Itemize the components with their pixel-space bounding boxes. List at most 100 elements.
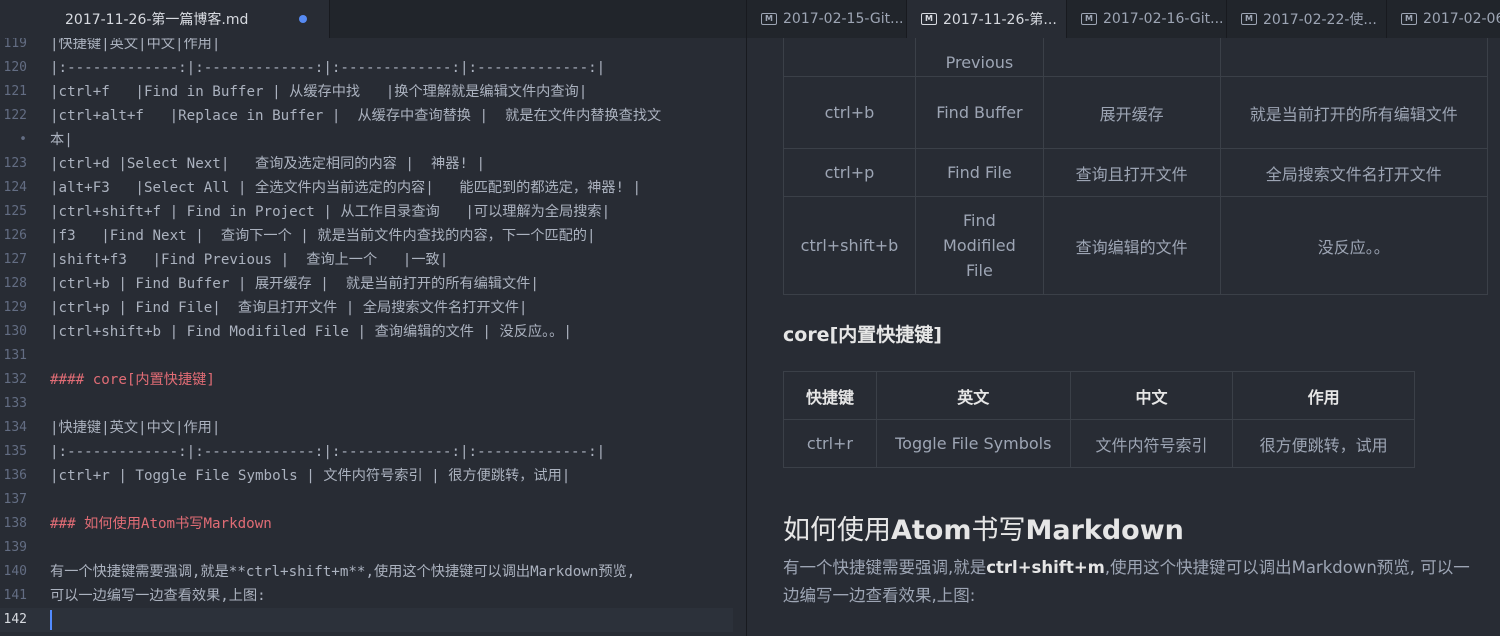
core-heading: core[内置快捷键] <box>783 324 942 346</box>
line-number[interactable]: • <box>0 128 27 152</box>
line-number[interactable]: 126 <box>0 224 27 248</box>
line-number[interactable]: 142 <box>0 608 27 632</box>
table-header-cell: 英文 <box>875 371 1071 420</box>
table-cell: Find Modifiled File <box>914 196 1044 295</box>
line-number[interactable]: 119 <box>0 38 27 56</box>
line-number[interactable]: 121 <box>0 80 27 104</box>
editor-pane[interactable]: 119 |快捷键|英文|中文|作用| 120 |:-------------:|:--… <box>0 38 746 636</box>
preview-tab-1[interactable]: M 2017-02-15-Git... <box>747 0 907 38</box>
intro-paragraph: 有一个快捷键需要强调,就是ctrl+shift+m,使用这个快捷键可以调出Mar… <box>783 554 1483 610</box>
editor-line[interactable]: 136 |ctrl+r | Toggle File Symbols | 文件内符号… <box>0 464 746 488</box>
line-number[interactable]: 120 <box>0 56 27 80</box>
editor-line[interactable]: 129 |ctrl+p | Find File| 查询且打开文件 | 全局搜索文件… <box>0 296 746 320</box>
section-heading: 如何使用Atom书写Markdown <box>783 508 1184 547</box>
tab-title: 2017-02-06- <box>1423 11 1500 27</box>
line-number[interactable]: 136 <box>0 464 27 488</box>
editor-line[interactable]: 130 |ctrl+shift+b | Find Modifiled File |… <box>0 320 746 344</box>
line-number[interactable]: 123 <box>0 152 27 176</box>
preview-tab-2[interactable]: M 2017-11-26-第... <box>907 0 1067 38</box>
table-cell: ctrl+shift+b <box>783 196 916 295</box>
table-row: ctrl+shift+b Find Modifiled File 查询编辑的文件… <box>783 196 1488 295</box>
tab-title: 2017-02-22-使... <box>1263 12 1377 28</box>
table-cell: 查询且打开文件 <box>1042 148 1221 197</box>
line-number[interactable]: 127 <box>0 248 27 272</box>
table-cell: Previous <box>914 38 1044 77</box>
table-row: ctrl+r Toggle File Symbols 文件内符号索引 很方便跳转… <box>783 419 1415 468</box>
editor-line[interactable]: 131 <box>0 344 746 368</box>
editor-line[interactable]: 122 |ctrl+alt+f |Replace in Buffer | 从缓存中… <box>0 104 746 128</box>
line-text: |ctrl+d |Select Next| 查询及选定相同的内容 | 神器! | <box>50 156 486 172</box>
editor-line[interactable]: 128 |ctrl+b | Find Buffer | 展开缓存 | 就是当前打开… <box>0 272 746 296</box>
line-text: 本| <box>50 132 73 148</box>
line-number[interactable]: 138 <box>0 512 27 536</box>
line-number[interactable]: 135 <box>0 440 27 464</box>
markdown-icon: M <box>1081 13 1097 25</box>
preview-tab-4[interactable]: M 2017-02-22-使... <box>1227 0 1387 38</box>
line-number[interactable]: 122 <box>0 104 27 128</box>
editor-line[interactable]: 126 |f3 |Find Next | 查询下一个 | 就是当前文件内查找的内容… <box>0 224 746 248</box>
table-row: ctrl+b Find Buffer 展开缓存 就是当前打开的所有编辑文件 <box>783 76 1488 149</box>
line-number[interactable]: 130 <box>0 320 27 344</box>
table-cell: 文件内符号索引 <box>1069 419 1234 468</box>
editor-line[interactable]: 123 |ctrl+d |Select Next| 查询及选定相同的内容 | 神器… <box>0 152 746 176</box>
table-row: ctrl+p Find File 查询且打开文件 全局搜索文件名打开文件 <box>783 148 1488 197</box>
editor-line[interactable]: 124 |alt+F3 |Select All | 全选文件内当前选定的内容| 能… <box>0 176 746 200</box>
editor-line[interactable]: 121 |ctrl+f |Find in Buffer | 从缓存中找 |换个理解… <box>0 80 746 104</box>
tab-title: 2017-11-26-第... <box>943 12 1057 28</box>
line-number[interactable]: 125 <box>0 200 27 224</box>
editor-line[interactable]: • 本| <box>0 128 746 152</box>
table-cell: 全局搜索文件名打开文件 <box>1219 148 1488 197</box>
editor-line[interactable]: 139 <box>0 536 746 560</box>
editor-line[interactable]: 140 有一个快捷键需要强调,就是**ctrl+shift+m**,使用这个快捷键… <box>0 560 746 584</box>
editor-tab-active[interactable]: 2017-11-26-第一篇博客.md <box>0 0 330 38</box>
tab-title: 2017-02-15-Git... <box>783 11 904 27</box>
editor-line[interactable]: 134 |快捷键|英文|中文|作用| <box>0 416 746 440</box>
editor-line[interactable]: 120 |:-------------:|:-------------:|:---… <box>0 56 746 80</box>
editor-line[interactable]: 127 |shift+f3 |Find Previous | 查询上一个 |一致| <box>0 248 746 272</box>
paragraph-text: 有一个快捷键需要强调,就是 <box>783 558 987 577</box>
preview-tab-5[interactable]: M 2017-02-06- <box>1387 0 1500 38</box>
line-number[interactable]: 133 <box>0 392 27 416</box>
line-number[interactable]: 134 <box>0 416 27 440</box>
markdown-icon: M <box>1401 13 1417 25</box>
editor-line[interactable]: 133 <box>0 392 746 416</box>
preview-tab-3[interactable]: M 2017-02-16-Git... <box>1067 0 1227 38</box>
editor-tab-bar: 2017-11-26-第一篇博客.md <box>0 0 746 38</box>
line-text: |ctrl+p | Find File| 查询且打开文件 | 全局搜索文件名打开… <box>50 300 528 316</box>
shortcut-bold-text: ctrl+shift+m <box>986 558 1105 577</box>
line-number[interactable]: 141 <box>0 584 27 608</box>
line-number[interactable]: 140 <box>0 560 27 584</box>
editor-line[interactable]: 137 <box>0 488 746 512</box>
line-text: |快捷键|英文|中文|作用| <box>50 38 221 52</box>
line-number[interactable]: 132 <box>0 368 27 392</box>
line-text: ### 如何使用Atom书写Markdown <box>50 516 272 532</box>
markdown-preview-pane: Previous ctrl+b Find Buffer 展开缓存 就是当前打开的… <box>747 38 1500 636</box>
modified-dot-icon <box>299 15 307 23</box>
line-number[interactable]: 139 <box>0 536 27 560</box>
line-text: #### core[内置快捷键] <box>50 372 215 388</box>
shortcut-table-2: 快捷键 英文 中文 作用 ctrl+r Toggle File Symbols … <box>783 371 1415 468</box>
editor-line[interactable]: 125 |ctrl+shift+f | Find in Project | 从工作… <box>0 200 746 224</box>
table-cell: Find Buffer <box>914 76 1044 149</box>
table-cell: 展开缓存 <box>1042 76 1221 149</box>
line-text: |alt+F3 |Select All | 全选文件内当前选定的内容| 能匹配到… <box>50 180 642 196</box>
editor-line[interactable]: 135 |:-------------:|:-------------:|:---… <box>0 440 746 464</box>
line-text: |ctrl+alt+f |Replace in Buffer | 从缓存中查询替… <box>50 108 662 124</box>
line-number[interactable]: 137 <box>0 488 27 512</box>
line-number[interactable]: 131 <box>0 344 27 368</box>
table-cell: Toggle File Symbols <box>875 419 1071 468</box>
editor-line[interactable]: 119 |快捷键|英文|中文|作用| <box>0 38 746 56</box>
editor-line[interactable]: 141 可以一边编写一边查看效果,上图: <box>0 584 746 608</box>
table-cell: ctrl+p <box>783 148 916 197</box>
editor-line[interactable]: 138 ### 如何使用Atom书写Markdown <box>0 512 746 536</box>
table-header-cell: 作用 <box>1232 371 1415 420</box>
markdown-icon: M <box>921 13 937 25</box>
editor-line[interactable]: 142 <box>0 608 733 632</box>
line-text: |ctrl+f |Find in Buffer | 从缓存中找 |换个理解就是编… <box>50 84 588 100</box>
line-number[interactable]: 128 <box>0 272 27 296</box>
line-number[interactable]: 124 <box>0 176 27 200</box>
editor-line[interactable]: 132 #### core[内置快捷键] <box>0 368 746 392</box>
table-row: Previous <box>783 38 1488 77</box>
table-header-cell: 中文 <box>1069 371 1234 420</box>
line-number[interactable]: 129 <box>0 296 27 320</box>
